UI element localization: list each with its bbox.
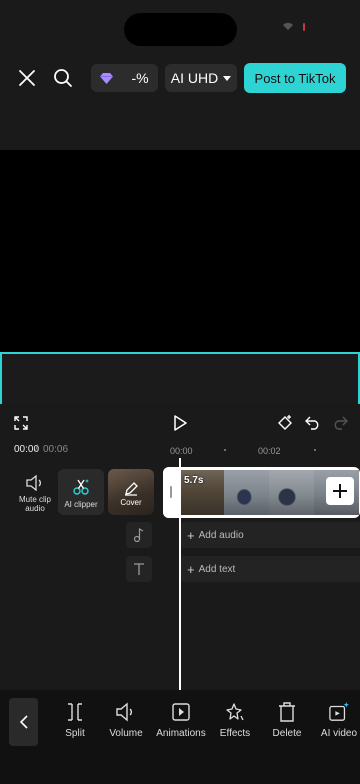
pencil-icon	[125, 481, 138, 496]
ruler-tick	[314, 449, 316, 451]
text-t-icon	[134, 563, 144, 575]
ai-video-button[interactable]: AI video	[311, 702, 360, 739]
camera-notch	[124, 13, 237, 46]
plus-icon: +	[187, 561, 195, 577]
split-icon	[68, 703, 82, 721]
playhead[interactable]	[179, 458, 181, 690]
fullscreen-button[interactable]	[12, 414, 30, 432]
caret-down-icon	[223, 75, 232, 81]
animations-icon	[172, 703, 190, 721]
keyframe-button[interactable]	[275, 413, 295, 433]
audio-track-icon	[126, 522, 152, 548]
fullscreen-icon	[14, 416, 28, 430]
close-button[interactable]	[15, 66, 39, 90]
volume-icon	[116, 702, 132, 722]
quality-label: AI UHD	[170, 70, 219, 86]
status-icons	[282, 22, 306, 31]
add-audio-button[interactable]: + Add audio	[180, 522, 360, 548]
cover-button[interactable]: Cover	[108, 469, 154, 515]
playback-controls	[0, 410, 360, 436]
effects-label: Effects	[219, 728, 251, 739]
keyframe-icon	[278, 415, 292, 430]
chevron-left-icon	[19, 715, 28, 729]
plus-icon	[333, 484, 347, 498]
redo-button[interactable]	[330, 413, 350, 433]
video-preview[interactable]	[0, 150, 360, 404]
delete-icon	[279, 702, 295, 722]
clip-duration: 5.7s	[184, 475, 204, 486]
ruler-label-1: 00:02	[258, 446, 281, 456]
effects-button[interactable]: Effects	[207, 702, 263, 739]
post-to-tiktok-button[interactable]: Post to TikTok	[244, 63, 346, 93]
cover-label: Cover	[120, 497, 142, 507]
back-button[interactable]	[9, 698, 38, 746]
plus-icon: +	[187, 527, 195, 543]
bottom-toolbar: Split Volume Animations Effects Delete A…	[0, 690, 360, 784]
wifi-icon	[283, 22, 293, 30]
time-row: 00:00 / 00:06 00:00 00:02	[0, 444, 360, 458]
split-button[interactable]: Split	[47, 702, 103, 739]
animations-label: Animations	[156, 728, 206, 739]
ai-clipper-button[interactable]: AI clipper	[58, 469, 104, 515]
delete-label: Delete	[272, 728, 302, 739]
mute-clip-audio-label: Mute clip audio	[18, 495, 51, 513]
add-text-label: Add text	[198, 563, 236, 575]
search-button[interactable]	[51, 66, 75, 90]
time-separator: /	[35, 444, 38, 455]
total-time: 00:06	[43, 444, 69, 455]
clip-trim-handle[interactable]	[163, 467, 179, 518]
handle-grip	[170, 486, 172, 498]
redo-icon	[334, 416, 348, 430]
add-text-button[interactable]: + Add text	[180, 556, 360, 582]
undo-icon	[305, 416, 319, 430]
diamond-icon	[100, 72, 114, 84]
volume-button[interactable]: Volume	[98, 702, 154, 739]
search-icon	[54, 69, 72, 87]
text-track-icon	[126, 556, 152, 582]
undo-button[interactable]	[303, 413, 323, 433]
close-icon	[19, 70, 35, 86]
status-bar	[0, 0, 360, 52]
credits-button[interactable]: -%	[91, 64, 158, 92]
music-note-icon	[133, 528, 144, 542]
animations-button[interactable]: Animations	[153, 702, 209, 739]
ai-video-icon	[329, 702, 349, 721]
ai-video-label: AI video	[320, 728, 358, 739]
clip-frame	[224, 470, 269, 515]
play-icon	[174, 415, 187, 431]
preview-selection-frame	[0, 352, 360, 404]
add-audio-label: Add audio	[198, 529, 244, 541]
credits-label: -%	[131, 70, 149, 86]
ai-clipper-label: AI clipper	[64, 500, 98, 509]
quality-dropdown[interactable]: AI UHD	[165, 64, 237, 92]
ruler-tick	[224, 449, 226, 451]
ruler-label-0: 00:00	[170, 446, 193, 456]
effects-icon	[226, 703, 244, 721]
clip-frame	[269, 470, 314, 515]
top-bar: -% AI UHD Post to TikTok	[0, 62, 360, 94]
speaker-icon	[26, 475, 41, 491]
battery-icon	[303, 22, 305, 31]
volume-label: Volume	[109, 728, 143, 739]
split-label: Split	[65, 728, 85, 739]
ai-scissors-icon	[73, 479, 89, 495]
play-button[interactable]	[170, 413, 190, 433]
add-clip-button[interactable]	[326, 477, 354, 505]
delete-button[interactable]: Delete	[259, 702, 315, 739]
mute-clip-audio-button[interactable]: Mute clip audio	[12, 469, 58, 515]
